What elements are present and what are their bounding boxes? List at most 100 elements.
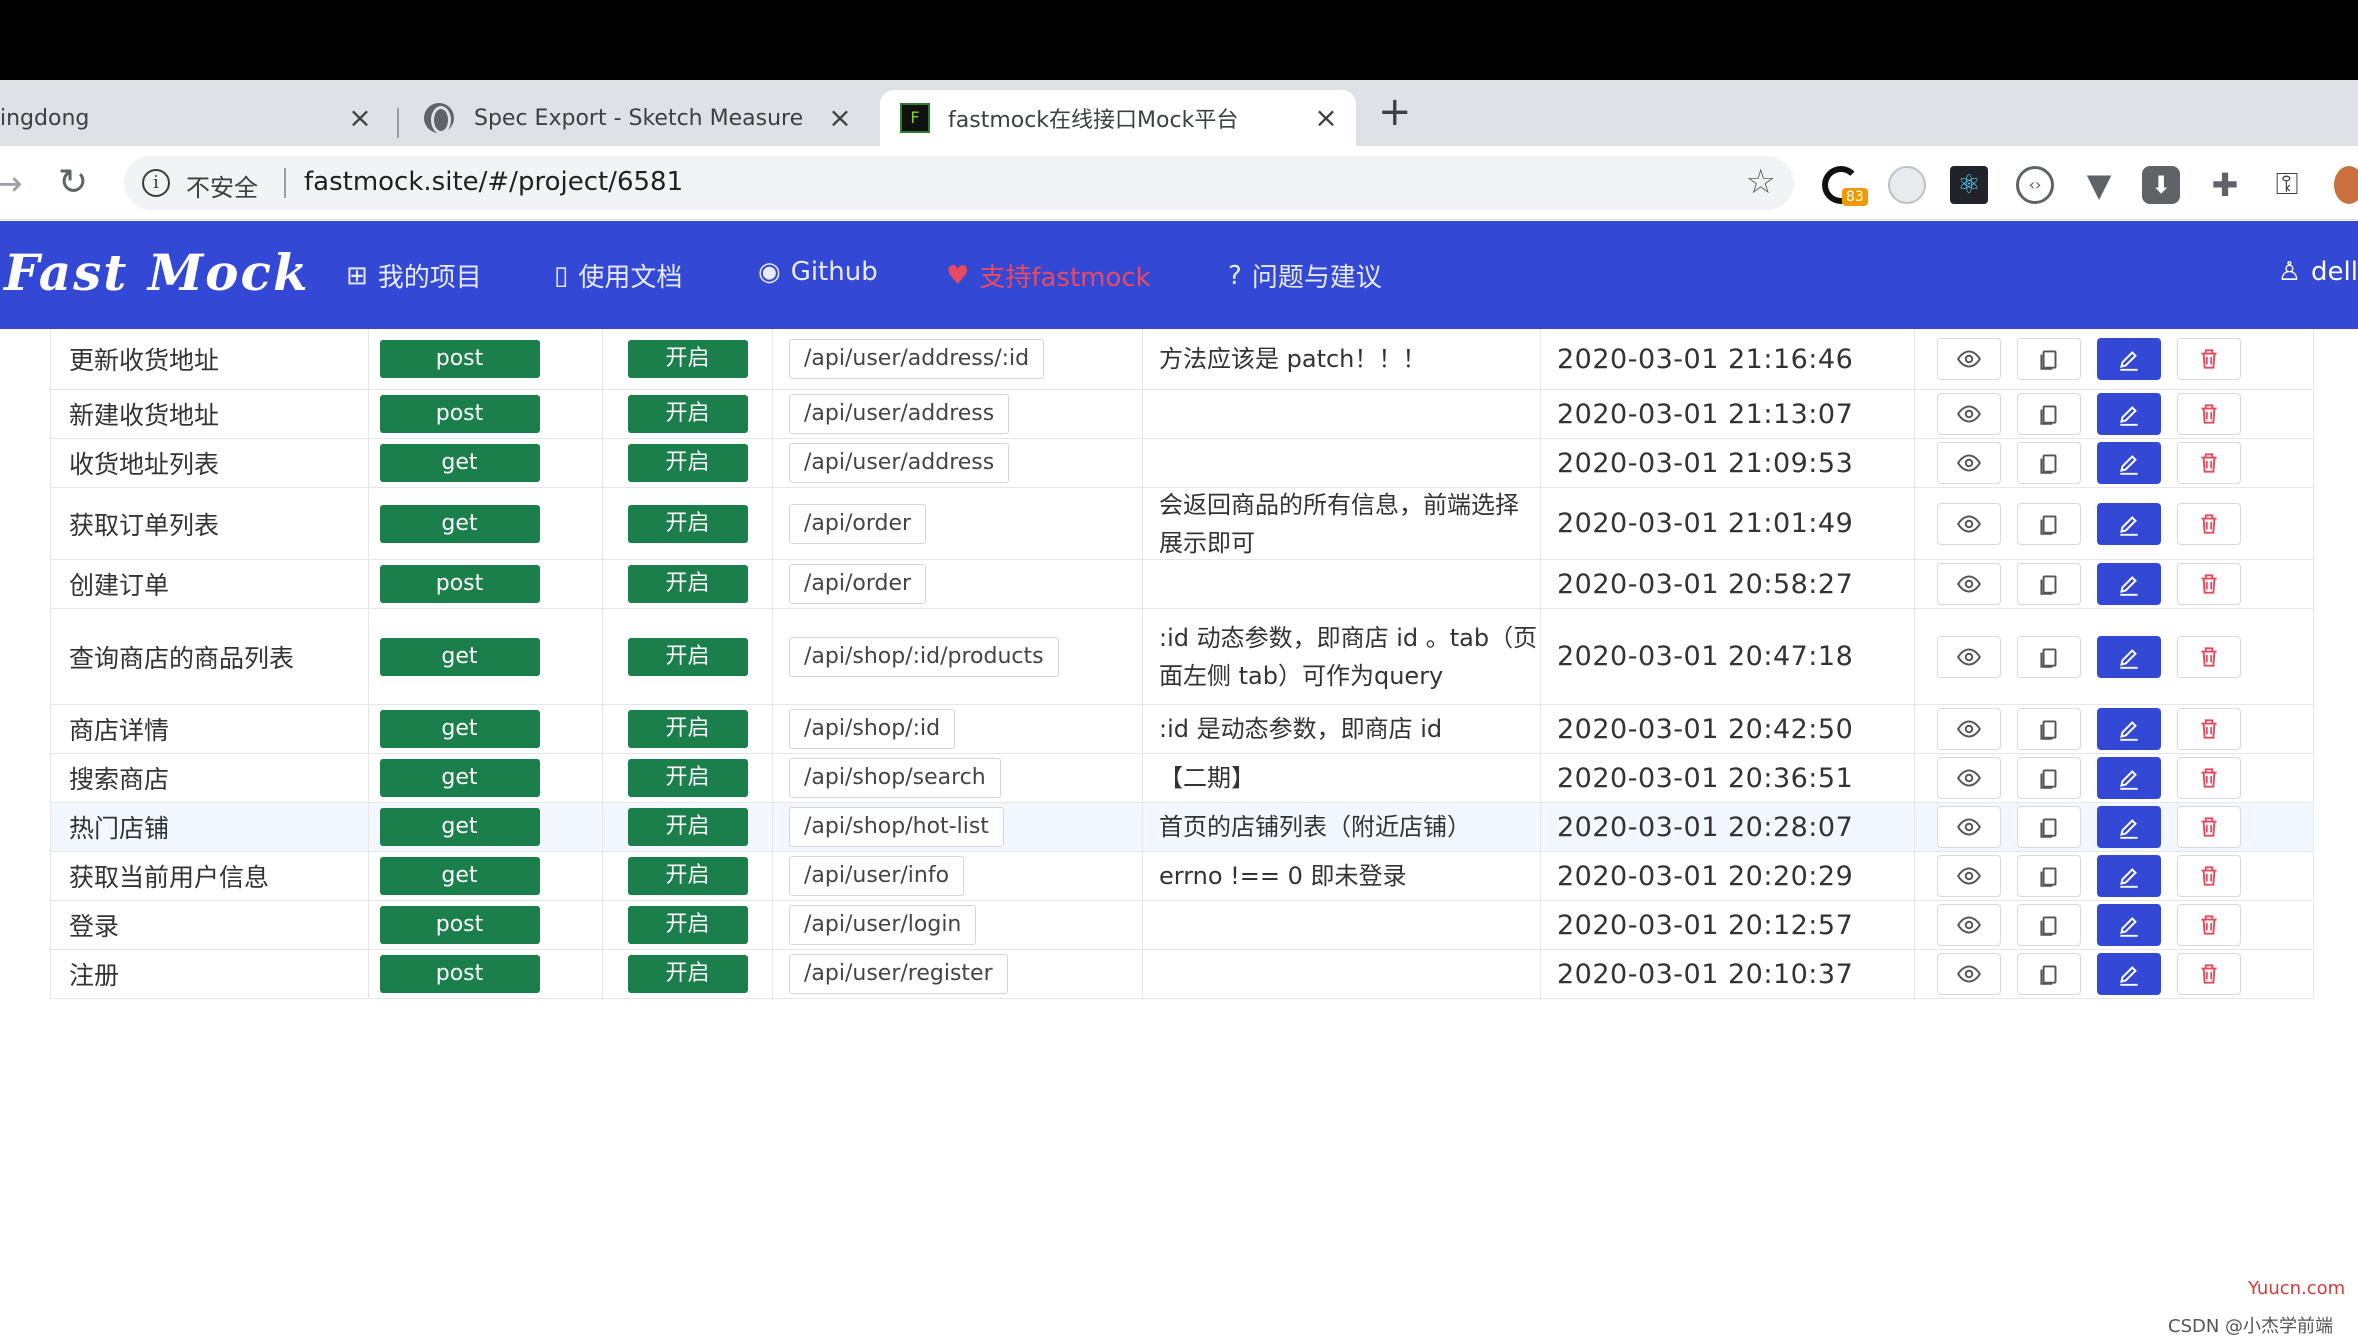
table-row[interactable]: 搜索商店 get 开启/api/shop/search 【二期】 2020-03-01 … — [51, 754, 2313, 803]
table-row[interactable]: 登录 post 开启/api/user/login 2020-03-01 20:12:… — [51, 901, 2313, 950]
extension-panda-icon[interactable] — [1888, 166, 1926, 204]
view-button[interactable] — [1937, 757, 2001, 799]
status-tag[interactable]: 开启 — [627, 395, 748, 433]
view-button[interactable] — [1937, 904, 2001, 946]
edit-button[interactable] — [2097, 635, 2161, 678]
path-tag[interactable]: /api/user/address/:id — [789, 339, 1045, 379]
view-button[interactable] — [1937, 855, 2001, 897]
nav-my-projects[interactable]: ⊞ 我的项目 — [346, 257, 482, 294]
delete-button[interactable] — [2177, 855, 2241, 897]
delete-button[interactable] — [2177, 904, 2241, 946]
table-row[interactable]: 获取当前用户信息 get 开启/api/user/info errno !== 0 即… — [51, 852, 2313, 901]
view-button[interactable] — [1937, 806, 2001, 848]
url-text[interactable]: fastmock.site/#/project/6581 — [304, 167, 683, 197]
delete-button[interactable] — [2177, 953, 2241, 995]
path-tag[interactable]: /api/user/address — [789, 394, 1010, 434]
info-icon[interactable]: i — [142, 169, 170, 197]
edit-button[interactable] — [2097, 757, 2161, 799]
view-button[interactable] — [1937, 502, 2001, 545]
extension-code-icon[interactable]: ‹› — [2016, 166, 2054, 204]
table-row[interactable]: 更新收货地址 post 开启/api/user/address/:id 方法应该是 p… — [51, 329, 2313, 390]
delete-button[interactable] — [2177, 393, 2241, 435]
security-label[interactable]: 不安全 — [186, 168, 258, 203]
view-button[interactable] — [1937, 635, 2001, 678]
edit-button[interactable] — [2097, 855, 2161, 897]
delete-button[interactable] — [2177, 708, 2241, 750]
table-row[interactable]: 注册 post 开启/api/user/register 2020-03-01 20:… — [51, 950, 2313, 999]
table-row[interactable]: 查询商店的商品列表 get 开启/api/shop/:id/products:id … — [51, 609, 2313, 705]
table-row[interactable]: 收货地址列表 get 开启/api/user/address 2020-03-01 2… — [51, 439, 2313, 488]
nav-docs[interactable]: ▯ 使用文档 — [554, 257, 682, 294]
status-tag[interactable]: 开启 — [627, 565, 748, 603]
delete-button[interactable] — [2177, 338, 2241, 380]
tab-close-icon[interactable]: × — [1308, 100, 1344, 136]
extension-timer-icon[interactable]: 83 — [1822, 166, 1868, 206]
path-tag[interactable]: /api/user/info — [789, 856, 965, 896]
brand-logo[interactable]: Fast Mock — [4, 243, 310, 302]
copy-button[interactable] — [2017, 855, 2081, 897]
browser-tab-spec-export[interactable]: Spec Export - Sketch Measure × — [400, 90, 870, 146]
copy-button[interactable] — [2017, 953, 2081, 995]
status-tag[interactable]: 开启 — [627, 955, 748, 993]
edit-button[interactable] — [2097, 953, 2161, 995]
reload-icon[interactable]: ↻ — [58, 162, 88, 203]
path-tag[interactable]: /api/user/register — [789, 954, 1008, 994]
copy-button[interactable] — [2017, 442, 2081, 484]
copy-button[interactable] — [2017, 635, 2081, 678]
nav-support[interactable]: ♥ 支持fastmock — [946, 257, 1151, 294]
path-tag[interactable]: /api/shop/hot-list — [789, 807, 1004, 847]
status-tag[interactable]: 开启 — [627, 504, 748, 543]
extensions-puzzle-icon[interactable]: ✚ — [2206, 166, 2244, 204]
tab-close-icon[interactable]: × — [822, 100, 858, 136]
status-tag[interactable]: 开启 — [627, 444, 748, 482]
copy-button[interactable] — [2017, 393, 2081, 435]
delete-button[interactable] — [2177, 757, 2241, 799]
copy-button[interactable] — [2017, 502, 2081, 545]
path-tag[interactable]: /api/shop/search — [789, 758, 1001, 798]
edit-button[interactable] — [2097, 502, 2161, 545]
nav-feedback[interactable]: ? 问题与建议 — [1228, 257, 1382, 294]
path-tag[interactable]: /api/user/address — [789, 443, 1010, 483]
path-tag[interactable]: /api/order — [789, 503, 927, 544]
extension-react-icon[interactable]: ⚛ — [1950, 166, 1988, 204]
delete-button[interactable] — [2177, 635, 2241, 678]
status-tag[interactable]: 开启 — [627, 906, 748, 944]
copy-button[interactable] — [2017, 806, 2081, 848]
copy-button[interactable] — [2017, 708, 2081, 750]
copy-button[interactable] — [2017, 904, 2081, 946]
status-tag[interactable]: 开启 — [627, 637, 748, 676]
edit-button[interactable] — [2097, 904, 2161, 946]
bookmark-star-icon[interactable]: ☆ — [1746, 162, 1776, 202]
path-tag[interactable]: /api/shop/:id — [789, 709, 956, 749]
edit-button[interactable] — [2097, 563, 2161, 605]
view-button[interactable] — [1937, 953, 2001, 995]
extension-vue-icon[interactable]: ▼ — [2080, 166, 2118, 204]
view-button[interactable] — [1937, 563, 2001, 605]
delete-button[interactable] — [2177, 563, 2241, 605]
view-button[interactable] — [1937, 442, 2001, 484]
nav-github[interactable]: ◉ Github — [758, 257, 878, 287]
view-button[interactable] — [1937, 338, 2001, 380]
status-tag[interactable]: 开启 — [627, 710, 748, 748]
copy-button[interactable] — [2017, 563, 2081, 605]
delete-button[interactable] — [2177, 502, 2241, 545]
forward-icon[interactable]: → — [0, 164, 23, 204]
status-tag[interactable]: 开启 — [627, 340, 748, 378]
copy-button[interactable] — [2017, 757, 2081, 799]
table-row[interactable]: 创建订单 post 开启/api/order 2020-03-01 20:58:27 — [51, 560, 2313, 609]
new-tab-button[interactable]: + — [1378, 92, 1412, 132]
table-row[interactable]: 获取订单列表 get 开启/api/order 会返回商品的所有信息，前端选择展示即可… — [51, 488, 2313, 560]
path-tag[interactable]: /api/order — [789, 564, 927, 604]
view-button[interactable] — [1937, 708, 2001, 750]
password-key-icon[interactable]: ⚿ — [2268, 166, 2306, 204]
path-tag[interactable]: /api/user/login — [789, 905, 977, 945]
profile-avatar[interactable] — [2334, 166, 2358, 204]
browser-tab-jingdong[interactable]: ingdong × — [0, 90, 390, 146]
edit-button[interactable] — [2097, 708, 2161, 750]
browser-tab-fastmock[interactable]: F fastmock在线接口Mock平台 × — [880, 90, 1356, 146]
status-tag[interactable]: 开启 — [627, 808, 748, 846]
user-menu[interactable]: ♙ dell — [2278, 257, 2358, 287]
table-row[interactable]: 热门店铺 get 开启/api/shop/hot-list 首页的店铺列表（附近店铺）… — [51, 803, 2313, 852]
path-tag[interactable]: /api/shop/:id/products — [789, 636, 1059, 677]
edit-button[interactable] — [2097, 393, 2161, 435]
